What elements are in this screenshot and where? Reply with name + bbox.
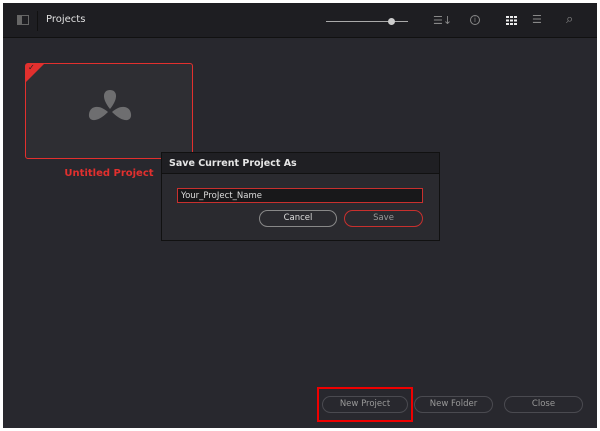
close-button[interactable]: Close: [504, 396, 583, 413]
project-thumbnail[interactable]: ✓: [25, 63, 193, 159]
save-project-dialog: Save Current Project As Cancel Save: [161, 152, 440, 241]
zoom-slider-handle[interactable]: [388, 18, 395, 25]
page-title: Projects: [46, 14, 86, 25]
divider: [37, 11, 38, 31]
header-bar: Projects ☰↓ i ☰ ⌕: [3, 3, 597, 38]
check-icon: ✓: [28, 63, 35, 72]
project-name-input[interactable]: [177, 188, 423, 203]
cancel-button[interactable]: Cancel: [259, 210, 337, 227]
search-icon[interactable]: ⌕: [566, 12, 573, 27]
save-button[interactable]: Save: [344, 210, 423, 227]
grid-view-icon[interactable]: [506, 16, 517, 25]
zoom-slider[interactable]: [326, 21, 408, 22]
info-icon[interactable]: i: [470, 15, 480, 25]
dialog-title: Save Current Project As: [162, 153, 439, 174]
highlight-box: [317, 387, 413, 422]
list-view-icon[interactable]: ☰: [532, 13, 542, 26]
project-manager-window: Projects ☰↓ i ☰ ⌕ ✓ Untitled Project Sav…: [3, 3, 597, 428]
new-folder-button[interactable]: New Folder: [414, 396, 493, 413]
resolve-logo-icon: [88, 90, 132, 121]
sort-icon[interactable]: ☰↓: [433, 14, 452, 27]
sidebar-toggle-icon[interactable]: [17, 15, 29, 25]
